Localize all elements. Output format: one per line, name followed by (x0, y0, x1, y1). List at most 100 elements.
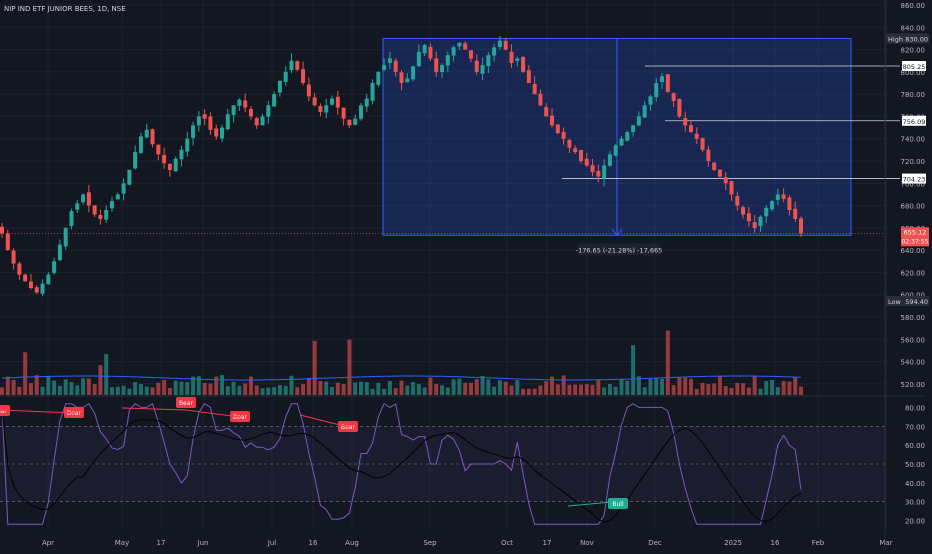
volume-bar (584, 384, 589, 395)
candle-body (347, 119, 352, 126)
candle-body (694, 133, 699, 139)
volume-bar (138, 384, 143, 395)
candle-body (86, 192, 91, 206)
candle-body (318, 106, 323, 112)
volume-bar (700, 382, 705, 395)
candle-body (607, 154, 612, 166)
volume-bar (706, 384, 711, 395)
candle-body (63, 227, 68, 247)
volume-bar (341, 384, 346, 395)
candle-body (295, 61, 300, 70)
time-tick-label: Nov (580, 539, 594, 547)
candle-body (191, 125, 196, 138)
volume-bar (555, 384, 560, 395)
candle-body (92, 205, 97, 215)
volume-bar (208, 383, 213, 395)
volume-bar (306, 377, 311, 395)
rsi-tick-label: 30.00 (905, 499, 925, 507)
candle-body (115, 194, 120, 200)
price-tick-label: 740.00 (901, 136, 926, 144)
volume-bar (660, 378, 665, 395)
high-tag-value: 830.00 (905, 35, 928, 43)
candle-body (764, 207, 769, 217)
candle-body (272, 94, 277, 107)
candle-body (57, 244, 62, 261)
candle-body (266, 105, 271, 117)
candle-body (503, 40, 508, 50)
price-tick-label: 780.00 (901, 91, 926, 99)
candle-body (793, 208, 798, 219)
candle-body (770, 201, 775, 210)
volume-bar (428, 377, 433, 395)
volume-bar (451, 379, 456, 395)
candle-body (683, 118, 688, 126)
candle-body (590, 165, 595, 173)
time-tick-label: 17 (543, 539, 552, 547)
candle-body (173, 158, 178, 172)
time-tick-label: Jul (267, 539, 277, 547)
candle-body (382, 65, 387, 70)
candle-body (602, 165, 607, 179)
volume-bar (631, 345, 636, 395)
time-tick-label: Apr (42, 539, 54, 547)
volume-bar (5, 376, 10, 395)
candle-body (538, 93, 543, 106)
candle-body (150, 129, 155, 145)
volume-bar (330, 387, 335, 395)
candle-body (127, 169, 132, 185)
volume-bar (335, 382, 340, 395)
volume-bar (220, 375, 225, 395)
volume-bar (98, 365, 103, 395)
volume-bar (723, 385, 728, 395)
volume-bar (694, 388, 699, 395)
candle-body (445, 55, 450, 66)
candle-body (463, 43, 468, 50)
candle-body (741, 207, 746, 215)
candle-body (393, 60, 398, 72)
volume-bar (764, 381, 769, 395)
volume-bar (411, 382, 416, 395)
low-tag-value: 594.40 (905, 298, 928, 306)
candle-body (642, 105, 647, 118)
candle-body (138, 136, 143, 154)
candle-body (231, 105, 236, 116)
volume-bar (480, 375, 485, 395)
candle-body (335, 96, 340, 108)
price-tick-label: 680.00 (901, 203, 926, 211)
candle-body (526, 70, 531, 83)
volume-bar (578, 384, 583, 395)
volume-bar (358, 381, 363, 395)
candle-body (167, 163, 172, 170)
candle-body (243, 100, 248, 108)
candle-body (248, 108, 253, 117)
candle-body (133, 152, 138, 169)
volume-bar (416, 384, 421, 395)
volume-bar (225, 386, 230, 395)
candle-body (648, 96, 653, 105)
candle-body (677, 98, 682, 117)
volume-bar (561, 375, 566, 395)
candle-body (416, 51, 421, 67)
volume-bar (515, 380, 520, 395)
volume-bar (115, 386, 120, 395)
volume-bar (688, 378, 693, 395)
candle-body (492, 47, 497, 56)
volume-bar (318, 381, 323, 395)
time-tick-label: 17 (157, 539, 166, 547)
volume-bar (712, 383, 717, 395)
time-tick-label: 2025 (724, 539, 742, 547)
volume-bar (526, 388, 531, 395)
volume-bar (625, 380, 630, 395)
volume-bar (607, 383, 612, 395)
candle-body (260, 116, 265, 126)
candle-body (196, 116, 201, 126)
candle-body (220, 127, 225, 139)
volume-bar (69, 382, 74, 395)
candle-body (162, 155, 167, 164)
candle-body (474, 60, 479, 72)
volume-bar (104, 354, 109, 395)
level-tag: 756.09 (903, 118, 926, 126)
price-tick-label: 860.00 (901, 2, 926, 10)
candle-body (729, 181, 734, 195)
volume-bar (573, 384, 578, 395)
